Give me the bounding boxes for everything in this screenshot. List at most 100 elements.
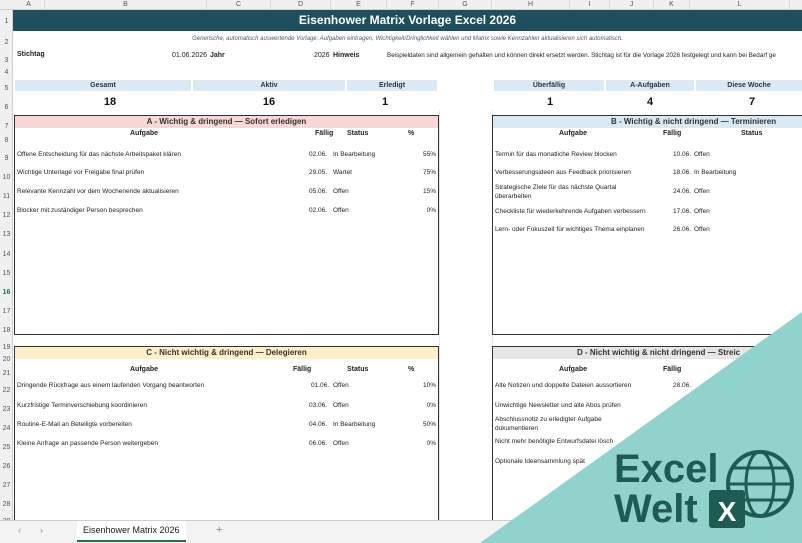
row-header[interactable]: 23: [0, 406, 13, 413]
row-header[interactable]: 14: [0, 251, 13, 258]
row-header[interactable]: 22: [0, 387, 13, 394]
row-header[interactable]: 20: [0, 356, 13, 363]
row-header[interactable]: 21: [0, 370, 13, 377]
kpi-label-diese-woche: Diese Woche: [696, 80, 802, 91]
task-text: Blocker mit zuständiger Person bespreche…: [17, 207, 143, 214]
row-header[interactable]: 18: [0, 327, 13, 334]
column-header[interactable]: I: [570, 0, 610, 10]
table-row[interactable]: Termin für das monatliche Review blocken…: [493, 151, 802, 161]
col-status: Status: [347, 130, 369, 137]
quadrant-a: A - Wichtig & dringend — Sofort erledige…: [14, 115, 439, 335]
table-row[interactable]: Abschlussnotiz zu erledigter Aufgabe dok…: [493, 416, 802, 436]
table-row[interactable]: Wichtige Unterlage vor Freigabe final pr…: [15, 169, 438, 179]
row-header[interactable]: 24: [0, 425, 13, 432]
column-header[interactable]: H: [492, 0, 570, 10]
table-row[interactable]: Nicht mehr benötigte Entwurfsdatei lösch: [493, 438, 802, 448]
row-header[interactable]: 6: [0, 104, 13, 111]
col-pct: %: [408, 130, 415, 137]
col-task: Aufgabe: [559, 130, 587, 137]
prev-sheet-button[interactable]: ‹: [18, 525, 21, 535]
column-header[interactable]: D: [271, 0, 331, 10]
kpi-label-gesamt: Gesamt: [15, 80, 191, 91]
due-date: 02.06.: [309, 151, 328, 158]
column-header[interactable]: J: [610, 0, 654, 10]
row-header[interactable]: 1: [0, 18, 13, 25]
row-header[interactable]: 5: [0, 85, 13, 92]
status-text: Offen: [333, 188, 349, 195]
col-due: Fällig: [315, 130, 334, 137]
table-row[interactable]: Dringende Rückfrage aus einem laufenden …: [15, 382, 438, 392]
row-header[interactable]: 2: [0, 39, 13, 46]
row-header[interactable]: 28: [0, 501, 13, 508]
quadrant-a-title: A - Wichtig & dringend — Sofort erledige…: [15, 116, 438, 128]
row-header[interactable]: 10: [0, 174, 13, 181]
column-header[interactable]: A: [13, 0, 45, 10]
table-row[interactable]: Verbesserungsideen aus Feedback priorisi…: [493, 169, 802, 179]
table-row[interactable]: Relevante Kennzahl vor dem Wochenende ak…: [15, 188, 438, 198]
column-header[interactable]: K: [654, 0, 690, 10]
table-row[interactable]: Strategische Ziele für das nächste Quart…: [493, 184, 802, 204]
task-text: Termin für das monatliche Review blocken: [495, 151, 617, 158]
table-row[interactable]: Blocker mit zuständiger Person bespreche…: [15, 207, 438, 217]
task-text: Unwichtige Newsletter und alte Abos prüf…: [495, 402, 621, 409]
column-header[interactable]: B: [45, 0, 207, 10]
table-row[interactable]: Routine-E-Mail an Beteiligte vorbereiten…: [15, 421, 438, 431]
task-text: Checkliste für wiederkehrende Aufgaben v…: [495, 208, 646, 215]
task-text: Kleine Anfrage an passende Person weiter…: [17, 440, 158, 447]
table-row[interactable]: Optionale Ideensammlung spät: [493, 458, 802, 468]
due-date: 26.06.: [673, 226, 692, 233]
task-text: Alte Notizen und doppelte Dateien aussor…: [495, 382, 632, 389]
sheet-tab-active[interactable]: Eisenhower Matrix 2026: [77, 521, 186, 542]
table-row[interactable]: Kurzfristige Terminverschiebung koordini…: [15, 402, 438, 412]
stichtag-value[interactable]: 01.06.2026: [172, 52, 207, 59]
quadrant-d-title: D - Nicht wichtig & nicht dringend — Str…: [493, 347, 802, 359]
kpi-value-a-aufgaben: 4: [646, 96, 654, 108]
add-sheet-button[interactable]: +: [216, 524, 222, 536]
row-header[interactable]: 17: [0, 308, 13, 315]
row-header[interactable]: 13: [0, 231, 13, 238]
row-header[interactable]: 3: [0, 57, 13, 64]
row-header[interactable]: 25: [0, 444, 13, 451]
kpi-value-ueberfaellig: 1: [546, 96, 554, 108]
table-row[interactable]: Checkliste für wiederkehrende Aufgaben v…: [493, 208, 802, 218]
due-date: 10.06.: [673, 151, 692, 158]
column-header[interactable]: G: [439, 0, 492, 10]
table-row[interactable]: Offene Entscheidung für das nächste Arbe…: [15, 151, 438, 161]
row-header[interactable]: 4: [0, 69, 13, 76]
row-header-active[interactable]: 16: [0, 289, 13, 296]
table-row[interactable]: Unwichtige Newsletter und alte Abos prüf…: [493, 402, 802, 412]
task-text: Optionale Ideensammlung spät: [495, 458, 585, 465]
kpi-value-erledigt: 1: [381, 96, 389, 108]
column-header[interactable]: F: [387, 0, 439, 10]
column-header[interactable]: E: [331, 0, 387, 10]
due-date: 03.06.: [309, 402, 328, 409]
row-header[interactable]: 12: [0, 212, 13, 219]
jahr-value[interactable]: 2026: [314, 52, 330, 59]
row-header[interactable]: 8: [0, 137, 13, 144]
row-header[interactable]: 27: [0, 482, 13, 489]
hinweis-text: Beispieldaten sind allgemein gehalten un…: [387, 52, 776, 59]
kpi-value-aktiv: 16: [262, 96, 276, 108]
column-header[interactable]: L: [690, 0, 790, 10]
row-header[interactable]: 26: [0, 463, 13, 470]
row-header[interactable]: 11: [0, 193, 13, 200]
table-row[interactable]: Lern- oder Fokuszeit für wichtiges Thema…: [493, 226, 802, 236]
col-due: Fällig: [663, 366, 682, 373]
progress-pct: 0%: [426, 402, 436, 409]
quadrant-d: D - Nicht wichtig & nicht dringend — Str…: [492, 346, 802, 520]
table-row[interactable]: Kleine Anfrage an passende Person weiter…: [15, 440, 438, 450]
task-text-continued: überarbeiten: [495, 193, 532, 200]
progress-pct: 15%: [422, 188, 436, 195]
task-text: Offene Entscheidung für das nächste Arbe…: [17, 151, 181, 158]
next-sheet-button[interactable]: ›: [40, 525, 43, 535]
table-row[interactable]: Alte Notizen und doppelte Dateien aussor…: [493, 382, 802, 392]
quadrant-b-title: B - Wichtig & nicht dringend — Terminier…: [493, 116, 802, 128]
column-header[interactable]: C: [207, 0, 271, 10]
row-header[interactable]: 19: [0, 344, 13, 351]
progress-pct: 55%: [422, 151, 436, 158]
row-header[interactable]: 9: [0, 155, 13, 162]
task-text: Verbesserungsideen aus Feedback priorisi…: [495, 169, 631, 176]
row-header[interactable]: 7: [0, 123, 13, 130]
row-header[interactable]: 15: [0, 270, 13, 277]
quadrant-c-header-row: Aufgabe Fällig Status %: [15, 366, 438, 376]
